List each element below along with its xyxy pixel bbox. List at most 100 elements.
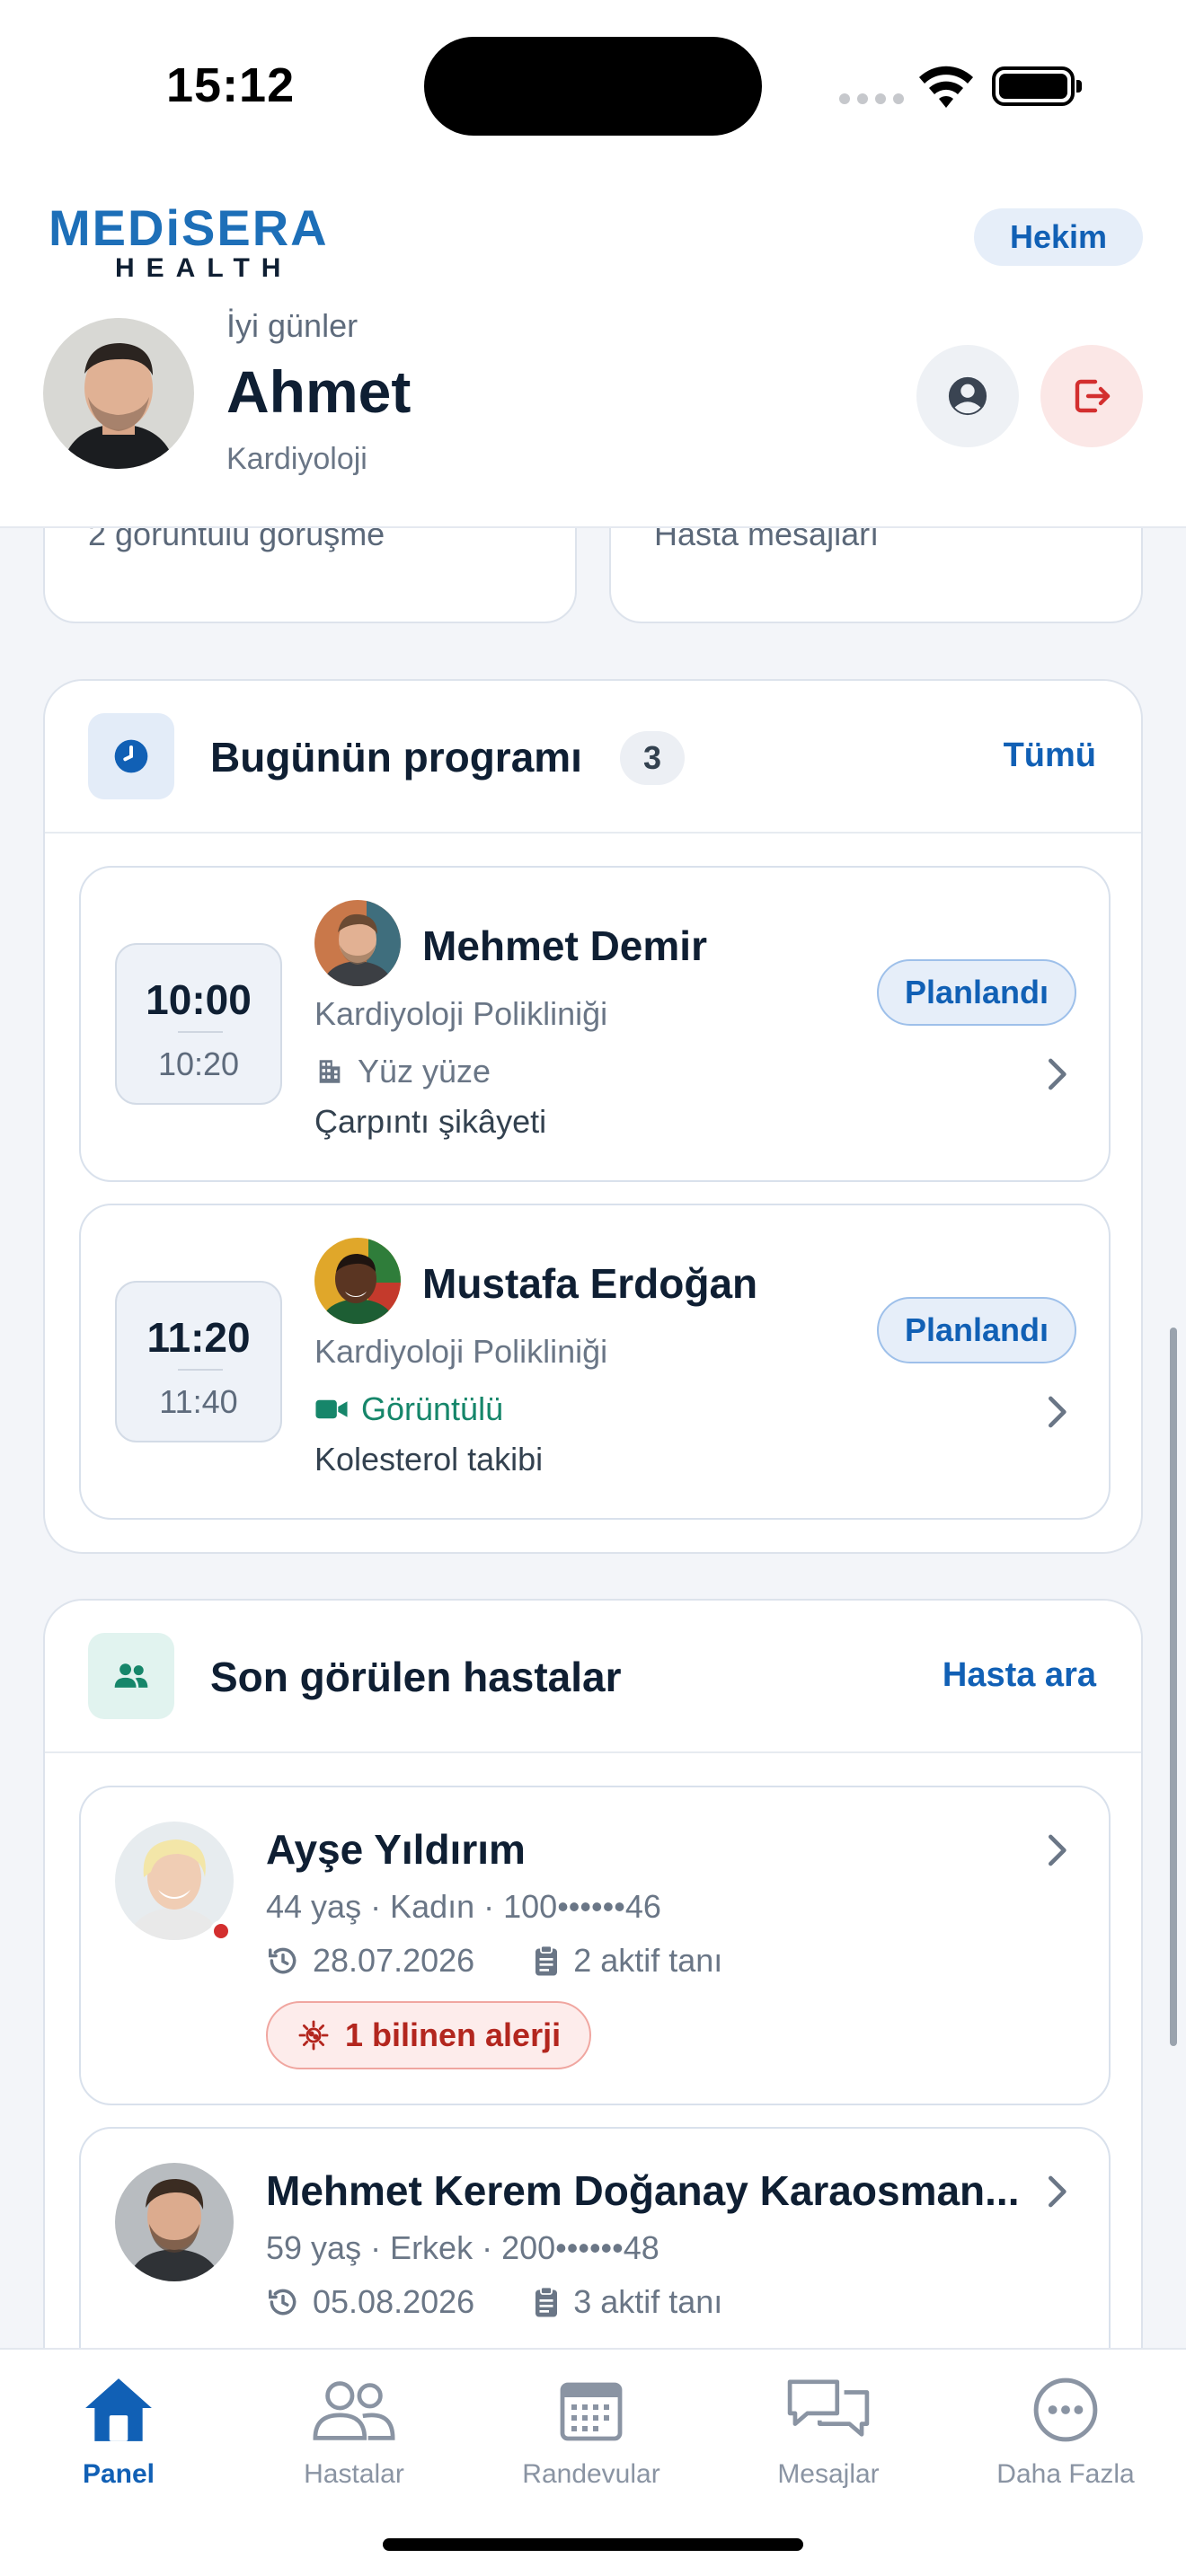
appointment-time-box: 10:00 10:20: [115, 943, 282, 1105]
schedule-count-badge: 3: [620, 731, 685, 785]
alert-status-dot: [210, 1920, 232, 1942]
appointment-card[interactable]: 10:00 10:20 Mehmet Demir Kardiyoloji Pol…: [79, 866, 1111, 1182]
schedule-header: Bugünün programı 3 Tümü: [45, 681, 1141, 834]
view-all-link[interactable]: Tümü: [1004, 737, 1096, 775]
todays-schedule-section: Bugünün programı 3 Tümü 10:00 10:20 Mehm…: [43, 679, 1143, 1554]
appointment-note: Kolesterol takibi: [314, 1441, 544, 1478]
tab-panel[interactable]: Panel: [2, 2368, 235, 2502]
wifi-icon: [919, 66, 973, 108]
patient-avatar: [314, 900, 401, 986]
scrollbar[interactable]: [1170, 1328, 1177, 2046]
doctor-avatar[interactable]: [43, 318, 194, 469]
tab-label: Hastalar: [304, 2459, 404, 2489]
active-diagnoses: 2 aktif tanı: [573, 1942, 723, 1979]
clipboard-icon: [535, 1945, 558, 1976]
last-visit-date: 28.07.2026: [313, 1942, 475, 1979]
tab-label: Randevular: [522, 2459, 660, 2489]
dynamic-island: [424, 37, 762, 136]
appointment-note: Çarpıntı şikâyeti: [314, 1103, 547, 1140]
account-circle-icon: [948, 376, 987, 416]
clipboard-icon: [535, 2286, 558, 2317]
patient-demographics: 44 yaş · Kadın · 100••••••46: [266, 1888, 661, 1925]
chevron-right-icon: [1049, 1396, 1067, 1428]
chevron-right-icon: [1049, 1058, 1067, 1090]
patient-name: Mehmet Demir: [422, 922, 707, 969]
appointment-type: Yüz yüze: [314, 1053, 491, 1090]
appointment-time-box: 11:20 11:40: [115, 1281, 282, 1442]
tab-randevular[interactable]: Randevular: [474, 2368, 708, 2502]
cellular-signal-icon: [839, 93, 904, 104]
appointment-status-badge: Planlandı: [877, 959, 1076, 1026]
allergy-badge: 1 bilinen alerji: [266, 2001, 592, 2069]
logo-subtitle: HEALTH: [115, 253, 293, 283]
dashboard-scroll-area[interactable]: 2 görüntülü görüşme Hasta mesajları Bugü…: [0, 528, 1186, 2348]
patient-avatar: [314, 1238, 401, 1324]
schedule-title: Bugünün programı: [210, 734, 582, 781]
status-time: 15:12: [166, 58, 296, 112]
logout-icon: [1075, 379, 1111, 413]
patient-messages-stat-text: Hasta mesajları: [654, 528, 880, 552]
appointment-end-time: 10:20: [157, 1045, 240, 1082]
doctor-specialty: Kardiyoloji: [226, 442, 367, 476]
last-visit-date: 05.08.2026: [313, 2283, 475, 2320]
time-divider: [178, 1031, 223, 1033]
appointment-department: Kardiyoloji Polikliniği: [314, 1333, 608, 1370]
chat-icon: [787, 2379, 870, 2437]
status-bar: 15:12: [0, 0, 1186, 171]
patient-card[interactable]: Ayşe Yıldırım 44 yaş · Kadın · 100••••••…: [79, 1786, 1111, 2105]
doctor-name: Ahmet: [226, 358, 412, 425]
video-icon: [315, 1399, 348, 1419]
logo-wordmark: MEDiSERA: [49, 199, 329, 256]
patient-messages-stat-card[interactable]: Hasta mesajları: [609, 528, 1143, 623]
recent-patients-section: Son görülen hastalar Hasta ara Ayşe Yıld…: [43, 1599, 1143, 2348]
appointment-end-time: 11:40: [159, 1383, 238, 1420]
patient-visit-info: 28.07.2026 2 aktif tanı: [266, 1942, 722, 1980]
appointment-start-time: 10:00: [146, 976, 252, 1023]
calendar-icon: [560, 2382, 623, 2441]
users-icon: [88, 1633, 174, 1719]
home-indicator[interactable]: [383, 2538, 803, 2551]
time-divider: [178, 1369, 223, 1371]
logout-button[interactable]: [1040, 345, 1143, 447]
patient-name: Mehmet Kerem Doğanay Karaosman...: [266, 2167, 1020, 2214]
clock-icon: [88, 713, 174, 799]
tab-label: Mesajlar: [777, 2459, 880, 2489]
more-icon: [1033, 2378, 1098, 2442]
tab-label: Daha Fazla: [996, 2459, 1135, 2489]
tab-label: Panel: [82, 2459, 155, 2489]
chevron-right-icon: [1049, 2175, 1067, 2208]
greeting-text: İyi günler: [226, 307, 358, 344]
appointment-card[interactable]: 11:20 11:40 Mustafa Erdoğan Kardiyoloji …: [79, 1204, 1111, 1520]
allergen-icon: [298, 2020, 329, 2051]
patient-name: Ayşe Yıldırım: [266, 1826, 526, 1873]
appointment-status-badge: Planlandı: [877, 1297, 1076, 1363]
active-diagnoses: 3 aktif tanı: [573, 2283, 723, 2320]
battery-icon: [992, 66, 1082, 106]
tab-daha-fazla[interactable]: Daha Fazla: [949, 2368, 1182, 2502]
patient-visit-info: 05.08.2026 3 aktif tanı: [266, 2283, 722, 2321]
history-icon: [269, 1947, 296, 1974]
patient-name: Mustafa Erdoğan: [422, 1260, 758, 1307]
allergy-label: 1 bilinen alerji: [345, 2016, 562, 2053]
appointment-start-time: 11:20: [146, 1314, 251, 1361]
building-icon: [319, 1060, 341, 1083]
chevron-right-icon: [1049, 1834, 1067, 1866]
patient-card[interactable]: Mehmet Kerem Doğanay Karaosman... 59 yaş…: [79, 2127, 1111, 2348]
appointment-type-label: Yüz yüze: [358, 1053, 491, 1090]
appointment-type: Görüntülü: [314, 1390, 503, 1428]
video-calls-stat-text: 2 görüntülü görüşme: [88, 528, 385, 552]
patient-avatar: [115, 2163, 234, 2281]
patient-demographics: 59 yaş · Erkek · 200••••••48: [266, 2229, 659, 2266]
tab-hastalar[interactable]: Hastalar: [237, 2368, 471, 2502]
app-header: MEDiSERA HEALTH Hekim İyi günler Ahmet K…: [0, 171, 1186, 528]
recent-patients-title: Son görülen hastalar: [210, 1654, 622, 1700]
role-badge: Hekim: [974, 208, 1143, 266]
users-icon: [313, 2381, 395, 2440]
tab-mesajlar[interactable]: Mesajlar: [712, 2368, 945, 2502]
video-calls-stat-card[interactable]: 2 görüntülü görüşme: [43, 528, 577, 623]
search-patient-link[interactable]: Hasta ara: [943, 1656, 1096, 1695]
appointment-type-label: Görüntülü: [361, 1390, 504, 1427]
recent-patients-header: Son görülen hastalar Hasta ara: [45, 1601, 1141, 1753]
profile-button[interactable]: [916, 345, 1019, 447]
medisera-logo: MEDiSERA HEALTH: [49, 203, 329, 282]
